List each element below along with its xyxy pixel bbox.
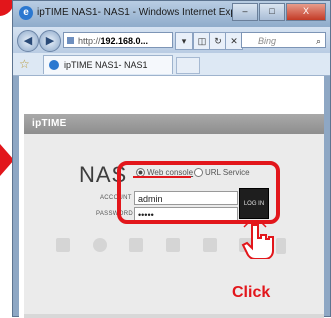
new-tab-button[interactable] — [176, 57, 200, 74]
video-icon — [202, 238, 217, 252]
panel-header: ipTIME — [24, 114, 324, 134]
browser-window: e ipTIME NAS1- NAS1 - Windows Internet E… — [12, 0, 331, 318]
address-dropdown-button[interactable]: ▾ — [175, 32, 193, 50]
tab-title: ipTIME NAS1- NAS1 — [64, 60, 148, 70]
favorites-star-icon[interactable]: ☆ — [19, 57, 30, 71]
ie-logo-icon: e — [19, 6, 33, 20]
storage-icon — [56, 238, 70, 252]
login-panel: ipTIME NAS Web console URL Service ACCOU… — [24, 114, 324, 318]
panel-footer — [24, 314, 324, 318]
window-title: ipTIME NAS1- NAS1 - Windows Internet Exp… — [37, 7, 256, 18]
pointer-hand-icon — [241, 223, 274, 259]
search-input[interactable]: Bing ⌕ — [241, 32, 326, 48]
maximize-button[interactable]: □ — [259, 3, 285, 21]
iptime-logo: ipTIME — [32, 118, 67, 129]
highlight-frame — [117, 161, 280, 224]
forward-button[interactable]: ▶ — [39, 30, 61, 52]
window-controls: – □ X — [231, 3, 326, 21]
close-button[interactable]: X — [286, 3, 326, 21]
tab-favicon-icon — [49, 60, 59, 70]
photo-icon — [165, 238, 180, 252]
address-host: 192.168.0... — [100, 36, 149, 46]
bell-icon — [92, 238, 107, 252]
browser-tab[interactable]: ipTIME NAS1- NAS1 — [43, 55, 173, 74]
favorites-bar: ☆ ipTIME NAS1- NAS1 — [13, 53, 330, 76]
click-callout: Click — [232, 284, 271, 301]
address-prefix: http:// — [78, 36, 101, 46]
search-placeholder: Bing — [258, 36, 277, 46]
minimize-button[interactable]: – — [232, 3, 258, 21]
search-icon[interactable]: ⌕ — [316, 33, 321, 49]
monitor-icon — [129, 238, 144, 252]
address-bar[interactable]: http://192.168.0... — [63, 32, 173, 48]
navigation-bar: ◀ ▶ http://192.168.0... ▾ ◫ ↻ ✕ Bing ⌕ — [13, 27, 330, 53]
title-bar: e ipTIME NAS1- NAS1 - Windows Internet E… — [13, 1, 330, 27]
page-icon — [67, 37, 74, 44]
page-content: ipTIME NAS Web console URL Service ACCOU… — [19, 76, 324, 318]
back-button[interactable]: ◀ — [17, 30, 39, 52]
mobile-icon — [275, 238, 286, 254]
